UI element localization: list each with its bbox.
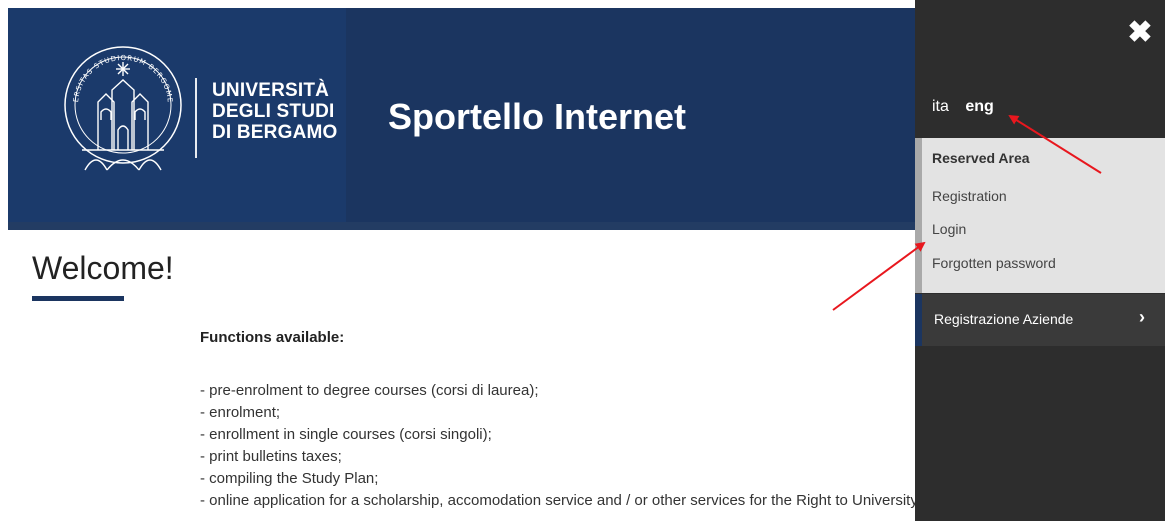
side-menu-panel: ✖ ita eng Reserved Area Registration Log… bbox=[915, 0, 1165, 521]
registration-link[interactable]: Registration bbox=[932, 188, 1007, 204]
close-x-icon: ✖ bbox=[1127, 16, 1153, 49]
login-link[interactable]: Login bbox=[932, 221, 966, 237]
university-seal-icon[interactable]: UNIVERSITAS STUDIORUM BERGOMENSIS bbox=[60, 20, 186, 190]
page: UNIVERSITAS STUDIORUM BERGOMENSIS bbox=[0, 0, 1165, 521]
function-item: - pre-enrolment to degree courses (corsi… bbox=[200, 382, 539, 399]
lang-ita-link[interactable]: ita bbox=[932, 98, 949, 115]
university-name[interactable]: UNIVERSITÀ DEGLI STUDI DI BERGAMO bbox=[212, 80, 338, 143]
site-title: Sportello Internet bbox=[388, 96, 687, 137]
svg-text:UNIVERSITAS STUDIORUM BERGOMEN: UNIVERSITAS STUDIORUM BERGOMENSIS bbox=[60, 20, 174, 104]
logo-divider bbox=[195, 78, 197, 158]
functions-list: - pre-enrolment to degree courses (corsi… bbox=[200, 380, 965, 512]
function-item: - compiling the Study Plan; bbox=[200, 470, 379, 487]
reserved-area-indicator bbox=[915, 138, 922, 293]
registrazione-aziende-label: Registrazione Aziende bbox=[934, 311, 1074, 327]
registrazione-aziende-item[interactable]: Registrazione Aziende › bbox=[915, 294, 1165, 346]
function-item: - enrollment in single courses (corsi si… bbox=[200, 426, 492, 443]
language-switcher: ita eng bbox=[932, 98, 1006, 116]
chevron-right-icon: › bbox=[1139, 307, 1145, 327]
registrazione-aziende-indicator bbox=[915, 294, 922, 346]
site-header: UNIVERSITAS STUDIORUM BERGOMENSIS bbox=[8, 8, 915, 230]
forgotten-password-link[interactable]: Forgotten password bbox=[932, 255, 1056, 271]
header-bottom-border bbox=[8, 222, 915, 230]
welcome-underline bbox=[32, 296, 124, 301]
university-name-line-3: DI BERGAMO bbox=[212, 122, 338, 143]
function-item: - print bulletins taxes; bbox=[200, 448, 342, 465]
functions-heading: Functions available: bbox=[200, 329, 345, 346]
seal-arc-text: UNIVERSITAS STUDIORUM BERGOMENSIS bbox=[60, 20, 173, 104]
function-item: - enrolment; bbox=[200, 404, 281, 421]
reserved-area-menu: Reserved Area Registration Login Forgott… bbox=[915, 138, 1165, 293]
annotation-arrow-login bbox=[832, 241, 926, 311]
reserved-area-title: Reserved Area bbox=[932, 150, 1030, 166]
close-menu-button[interactable]: ✖ bbox=[1125, 18, 1155, 48]
university-name-line-2: DEGLI STUDI bbox=[212, 101, 335, 122]
lang-eng-link[interactable]: eng bbox=[965, 98, 993, 115]
function-item: - online application for a scholarship, … bbox=[200, 492, 965, 509]
university-name-line-1: UNIVERSITÀ bbox=[212, 80, 330, 101]
welcome-heading: Welcome! bbox=[32, 250, 174, 286]
